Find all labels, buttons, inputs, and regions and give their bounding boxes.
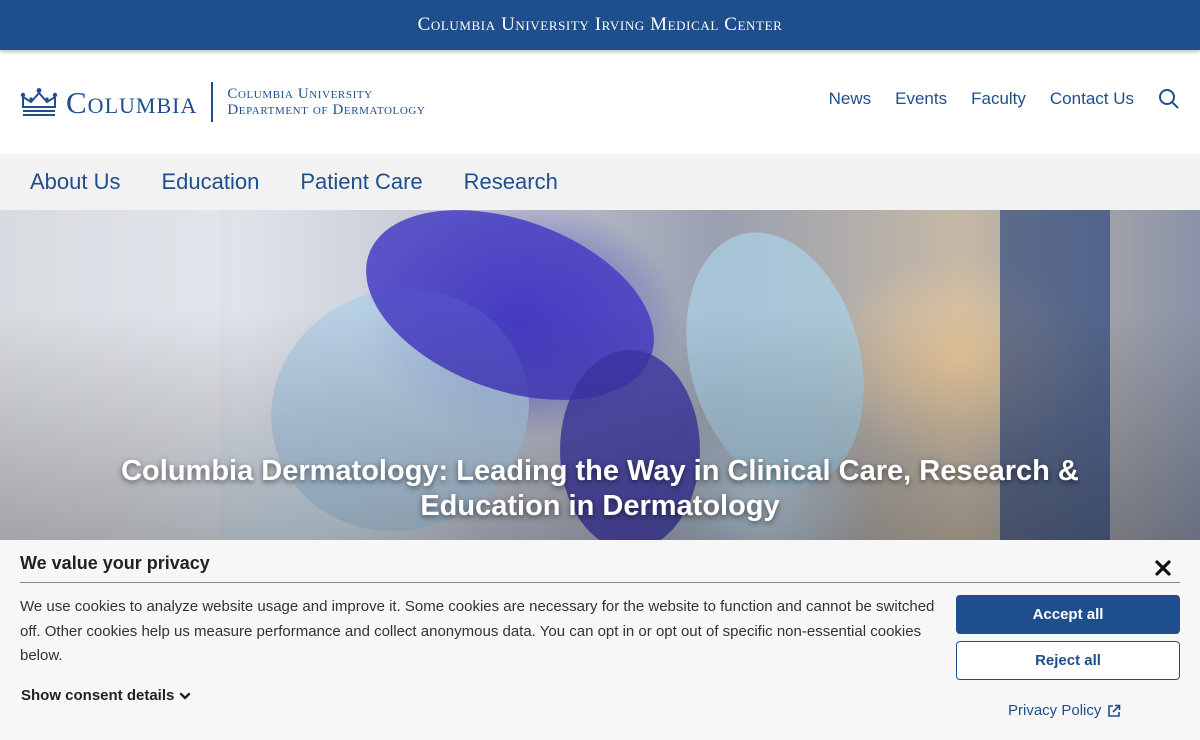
utility-nav: News Events Faculty Contact Us: [805, 88, 1180, 110]
cookie-description: We use cookies to analyze website usage …: [20, 598, 935, 664]
cookie-consent-banner: We value your privacy We use cookies to …: [0, 540, 1200, 740]
main-nav: About Us Education Patient Care Research: [0, 154, 1200, 210]
nav-education[interactable]: Education: [162, 169, 260, 195]
show-consent-details-label: Show consent details: [21, 687, 175, 704]
department-name: Columbia University Department of Dermat…: [227, 86, 425, 118]
external-link-icon: [1108, 704, 1121, 717]
hero-title: Columbia Dermatology: Leading the Way in…: [121, 455, 1079, 522]
nav-patient-care[interactable]: Patient Care: [300, 169, 422, 195]
privacy-policy-label: Privacy Policy: [1008, 702, 1102, 719]
nav-about-us[interactable]: About Us: [30, 169, 121, 195]
util-link-events[interactable]: Events: [895, 89, 947, 109]
banner-text[interactable]: Columbia University Irving Medical Cente…: [418, 14, 783, 36]
hero-image: Columbia Dermatology: Leading the Way in…: [0, 210, 1200, 540]
logo-divider: [211, 82, 214, 122]
privacy-policy-link[interactable]: Privacy Policy: [1008, 702, 1121, 719]
logo-wordmark: Columbia: [66, 84, 198, 120]
search-icon[interactable]: [1158, 88, 1180, 110]
close-icon[interactable]: [1154, 559, 1172, 577]
site-header: Columbia Columbia University Department …: [0, 50, 1200, 154]
util-link-contact[interactable]: Contact Us: [1050, 89, 1134, 109]
show-consent-details[interactable]: Show consent details: [21, 687, 191, 704]
cookie-title: We value your privacy: [20, 553, 210, 573]
reject-all-button[interactable]: Reject all: [956, 641, 1180, 680]
crown-icon: [20, 88, 58, 116]
util-link-faculty[interactable]: Faculty: [971, 89, 1026, 109]
nav-research[interactable]: Research: [464, 169, 558, 195]
accept-all-button[interactable]: Accept all: [956, 595, 1180, 634]
chevron-down-icon: [180, 692, 191, 699]
dept-line-2: Department of Dermatology: [227, 102, 426, 118]
top-banner: Columbia University Irving Medical Cente…: [0, 0, 1200, 50]
site-logo[interactable]: Columbia Columbia University Department …: [20, 82, 425, 122]
cookie-divider: [20, 582, 1180, 583]
dept-line-1: Columbia University: [227, 86, 373, 102]
util-link-news[interactable]: News: [829, 89, 872, 109]
